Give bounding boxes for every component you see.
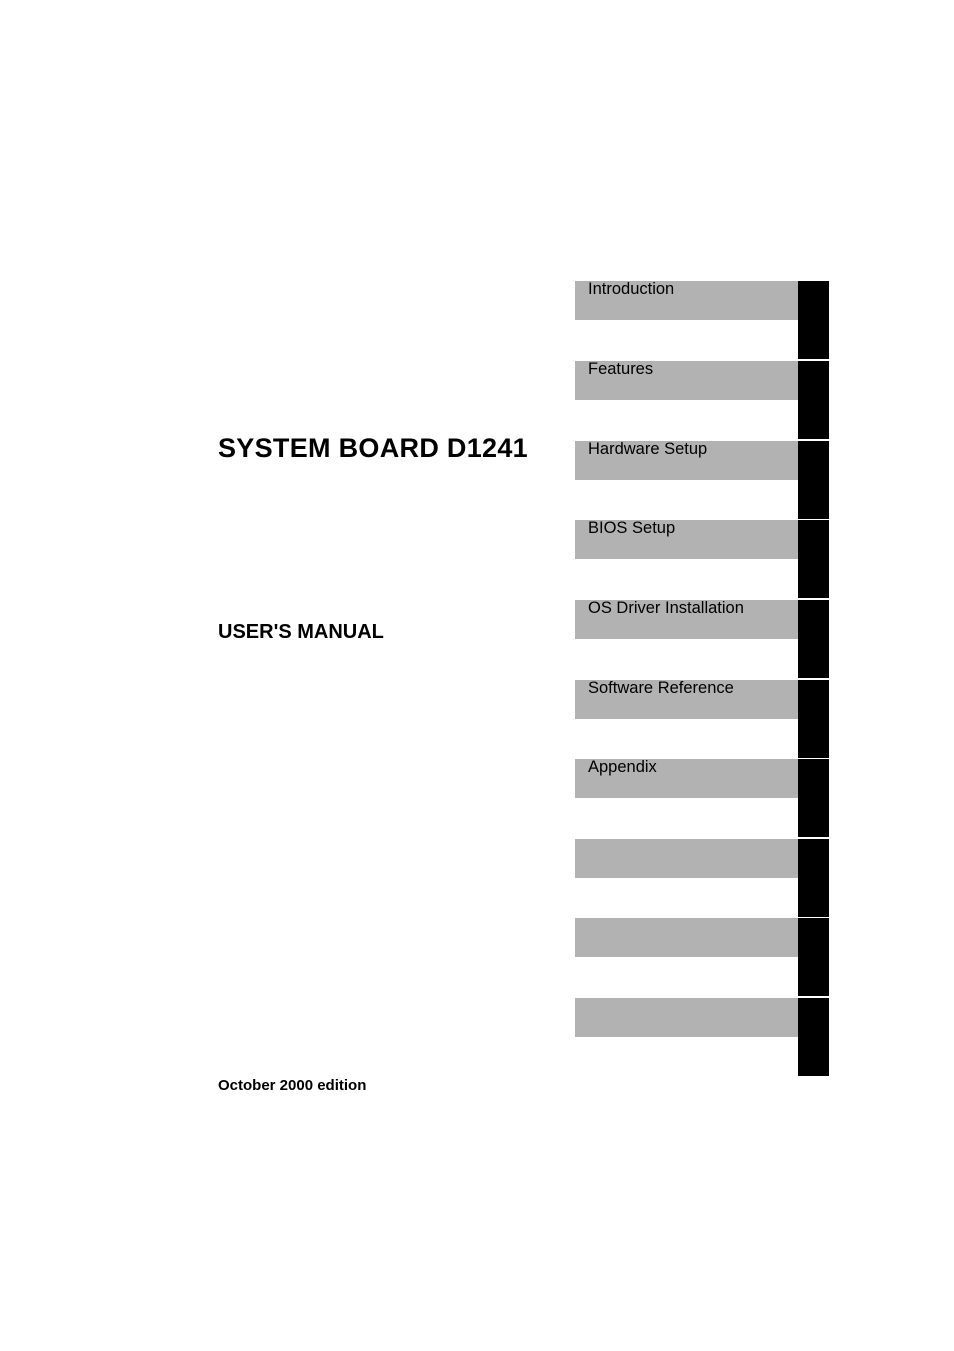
tab-label: Introduction (588, 280, 675, 298)
section-tab-blank (575, 998, 829, 1076)
section-tab-blank (575, 839, 829, 917)
tab-label: Appendix (588, 758, 657, 776)
tab-marker (798, 998, 829, 1076)
tab-marker (798, 759, 829, 837)
section-tab-software-reference[interactable]: Software Reference (575, 679, 829, 758)
section-tab-features[interactable]: Features (575, 360, 829, 439)
document-title: SYSTEM BOARD D1241 (218, 433, 528, 463)
tab-marker (798, 281, 829, 359)
document-subtitle: USER'S MANUAL (218, 621, 384, 643)
tab-marker (798, 600, 829, 678)
tab-bar (575, 839, 798, 878)
edition-label: October 2000 edition (218, 1077, 367, 1094)
tab-marker (798, 441, 829, 519)
section-tab-blank (575, 918, 829, 996)
tab-marker (798, 918, 829, 996)
tab-marker (798, 839, 829, 917)
tab-marker (798, 520, 829, 598)
tab-label: Features (588, 360, 654, 378)
section-tab-os-driver-installation[interactable]: OS Driver Installation (575, 599, 829, 678)
tab-label: BIOS Setup (588, 519, 676, 537)
tab-label: Software Reference (588, 679, 734, 697)
tab-marker (798, 361, 829, 439)
tab-label: OS Driver Installation (588, 599, 744, 617)
section-tab-introduction[interactable]: Introduction (575, 280, 829, 359)
tab-bar (575, 998, 798, 1037)
tab-bar (575, 918, 798, 957)
section-tab-hardware-setup[interactable]: Hardware Setup (575, 440, 829, 519)
tab-marker (798, 680, 829, 758)
tab-label: Hardware Setup (588, 440, 708, 458)
section-tab-appendix[interactable]: Appendix (575, 758, 829, 837)
section-tab-bios-setup[interactable]: BIOS Setup (575, 519, 829, 598)
